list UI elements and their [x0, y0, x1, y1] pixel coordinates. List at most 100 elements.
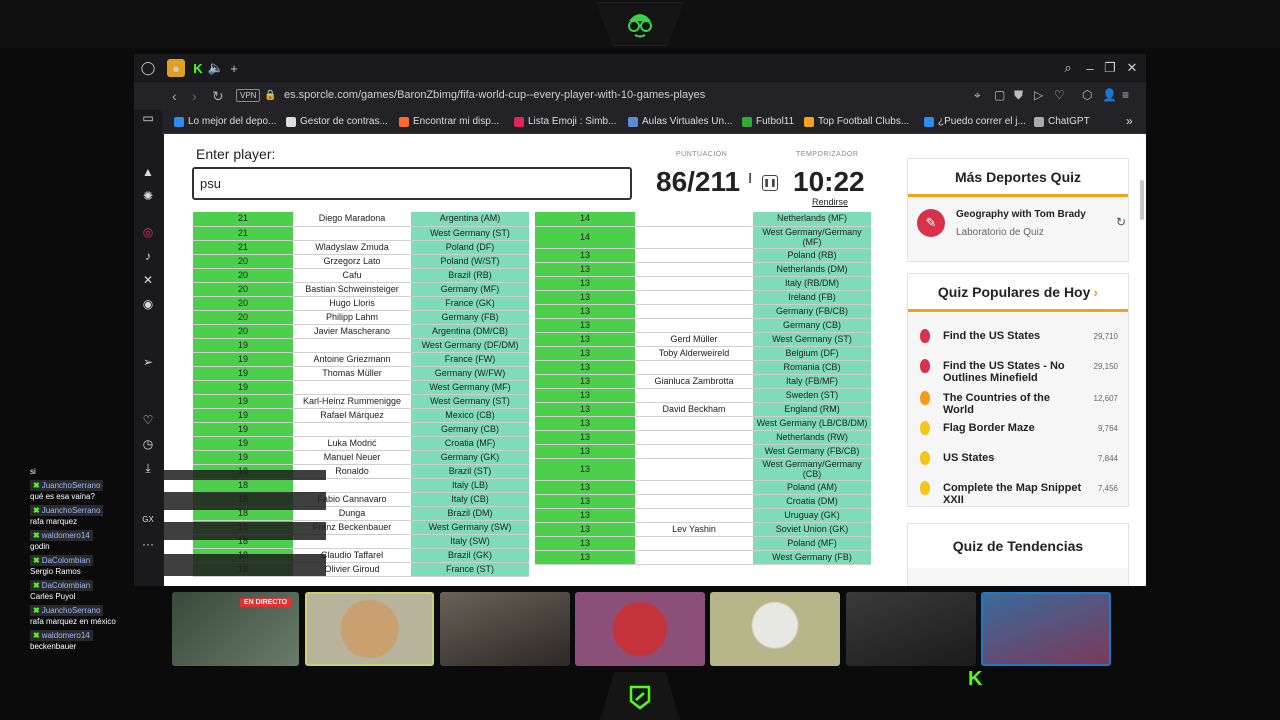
- more-sports-item[interactable]: ✎ Geography with Tom Brady Laboratorio d…: [908, 197, 1128, 257]
- bookmark-item[interactable]: Encontrar mi disp...: [399, 116, 499, 127]
- chat-username[interactable]: ✖ JuanchoSerrano: [30, 480, 104, 491]
- page-scrollbar[interactable]: [1140, 180, 1144, 220]
- chat-text: beckenbauer: [30, 642, 77, 651]
- guest-cam-avatar[interactable]: [575, 592, 705, 666]
- play-icon[interactable]: ▷: [1034, 88, 1043, 102]
- restore-icon[interactable]: ❐: [1101, 59, 1119, 77]
- guest-cam-player[interactable]: [846, 592, 976, 666]
- country-cell: West Germany (DF/DM): [411, 338, 529, 353]
- games-cell: 13: [535, 276, 635, 291]
- guest-cam-hat[interactable]: [440, 592, 570, 666]
- bookmark-item[interactable]: Gestor de contras...: [286, 116, 388, 127]
- close-icon[interactable]: ✕: [1123, 59, 1141, 77]
- vpn-badge[interactable]: VPN: [236, 89, 261, 102]
- bottom-badge: [600, 672, 680, 720]
- popular-quiz-title[interactable]: Find the US States: [943, 330, 1083, 342]
- minimize-icon[interactable]: –: [1081, 59, 1099, 77]
- send-icon[interactable]: ➢: [140, 354, 156, 370]
- popular-quiz-title[interactable]: Complete the Map Snippet XXII: [943, 482, 1083, 506]
- gamepad-icon[interactable]: ▭: [140, 110, 156, 126]
- chat-username[interactable]: ✖ JuanchoSerrano: [30, 505, 104, 516]
- kick-badge-icon: ✖: [33, 606, 40, 615]
- player-cell: [635, 536, 753, 551]
- chatgpt-icon[interactable]: ✺: [140, 188, 156, 204]
- more-item-title[interactable]: Geography with Tom Brady: [956, 209, 1086, 220]
- refresh-icon[interactable]: ↻: [1116, 215, 1126, 229]
- popular-quiz-title[interactable]: Find the US States - No Outlines Minefie…: [943, 360, 1083, 384]
- kick-logo-icon: K: [968, 668, 983, 690]
- kick-icon[interactable]: K: [189, 59, 207, 77]
- table-row: 13 Gianluca Zambrotta Italy (FB/MF): [535, 374, 871, 389]
- guest-cam-bird[interactable]: [710, 592, 840, 666]
- back-icon[interactable]: ‹: [172, 88, 177, 104]
- popular-quiz-item[interactable]: The Countries of the World 12,607: [908, 384, 1128, 416]
- popular-quiz-item[interactable]: Complete the Map Snippet XXII 7,456: [908, 474, 1128, 506]
- chat-username[interactable]: ✖ waldomero14: [30, 530, 93, 541]
- tab-favicon-icon[interactable]: ●: [167, 59, 185, 77]
- chat-username[interactable]: ✖ waldomero14: [30, 630, 93, 641]
- bookmark-item[interactable]: Lista Emoji : Simb...: [514, 116, 616, 127]
- popular-quiz-item[interactable]: Find the US States 29,710: [908, 322, 1128, 352]
- games-cell: 13: [535, 444, 635, 459]
- snapshot-icon[interactable]: ▢: [994, 88, 1005, 102]
- streamer-cam[interactable]: [981, 592, 1111, 666]
- popular-quiz-item[interactable]: Flag Border Maze 9,764: [908, 414, 1128, 444]
- bookmark-item[interactable]: Aulas Virtuales Un...: [628, 116, 732, 127]
- heart-icon[interactable]: ♡: [1054, 88, 1065, 102]
- table-row: 13 Italy (RB/DM): [535, 276, 871, 291]
- instagram-icon[interactable]: ◎: [140, 224, 156, 240]
- table-row: 14 Netherlands (MF): [535, 212, 871, 227]
- overlay-strip: [164, 554, 326, 576]
- opera-icon[interactable]: ◯: [139, 59, 157, 77]
- aria-icon[interactable]: ▲: [140, 164, 156, 180]
- history-icon[interactable]: ◷: [140, 436, 156, 452]
- popular-list: Find the US States 29,710 Find the US Stat…: [908, 312, 1128, 506]
- country-cell: Italy (FB/MF): [753, 374, 871, 389]
- forward-icon[interactable]: ›: [192, 88, 197, 104]
- mute-icon[interactable]: 🔈: [207, 59, 225, 77]
- url-field[interactable]: es.sporcle.com/games/BaronZbimg/fifa-wor…: [284, 89, 705, 101]
- profile-icon[interactable]: 👤: [1102, 88, 1117, 102]
- guest-cam-dog[interactable]: [305, 592, 434, 666]
- menu-icon[interactable]: ≡: [1122, 88, 1129, 102]
- heart-icon[interactable]: ♡: [140, 412, 156, 428]
- player-cell: Wladyslaw Zmuda: [293, 240, 411, 255]
- country-cell: Croatia (DM): [753, 494, 871, 509]
- player-input[interactable]: [192, 167, 632, 200]
- player-cell: Cafu: [293, 268, 411, 283]
- table-row: 19 West Germany (DF/DM): [193, 338, 529, 353]
- popular-quiz-title[interactable]: Flag Border Maze: [943, 422, 1083, 434]
- chat-username[interactable]: ✖ DaColombian: [30, 555, 94, 566]
- reload-icon[interactable]: ↻: [212, 88, 224, 105]
- shield-icon[interactable]: ⛊: [1014, 88, 1023, 103]
- bookmark-item[interactable]: Lo mejor del depo...: [174, 116, 276, 127]
- popular-quiz-item[interactable]: Find the US States - No Outlines Minefie…: [908, 352, 1128, 384]
- x-icon[interactable]: ✕: [140, 272, 156, 288]
- pause-icon[interactable]: ❚❚: [762, 175, 778, 191]
- popular-title-text: Quiz Populares de Hoy: [937, 283, 1091, 300]
- chat-username[interactable]: ✖ DaColombian: [30, 580, 94, 591]
- popular-quiz-title[interactable]: US States: [943, 452, 1083, 464]
- country-cell: Argentina (AM): [411, 212, 529, 227]
- popular-quiz-item[interactable]: US States 7,844: [908, 444, 1128, 474]
- country-cell: West Germany (LB/CB/DM): [753, 416, 871, 431]
- country-cell: Ireland (FB): [753, 290, 871, 305]
- pin-icon[interactable]: ⌖: [974, 88, 981, 103]
- games-cell: 20: [193, 324, 293, 339]
- tiktok-icon[interactable]: ♪: [140, 248, 156, 264]
- bookmark-item[interactable]: Futbol11: [742, 116, 794, 127]
- bookmark-item[interactable]: Top Football Clubs...: [804, 116, 909, 127]
- chevron-right-icon[interactable]: »: [1126, 114, 1133, 128]
- country-cell: Netherlands (RW): [753, 430, 871, 445]
- discord-icon[interactable]: ◉: [140, 296, 156, 312]
- bookmark-label: ChatGPT: [1048, 116, 1090, 127]
- chat-username[interactable]: ✖ JuanchoSerrano: [30, 605, 104, 616]
- give-up-link[interactable]: Rendirse: [812, 197, 848, 207]
- bookmark-item[interactable]: ¿Puedo correr el j...: [924, 116, 1026, 127]
- timer-label: TEMPORIZADOR: [796, 151, 859, 158]
- bookmark-item[interactable]: ChatGPT: [1034, 116, 1090, 127]
- new-tab-icon[interactable]: +: [225, 59, 243, 77]
- popular-quiz-title[interactable]: The Countries of the World: [943, 392, 1083, 416]
- search-icon[interactable]: ⌕: [1059, 59, 1077, 77]
- extensions-icon[interactable]: ⬡: [1082, 88, 1092, 102]
